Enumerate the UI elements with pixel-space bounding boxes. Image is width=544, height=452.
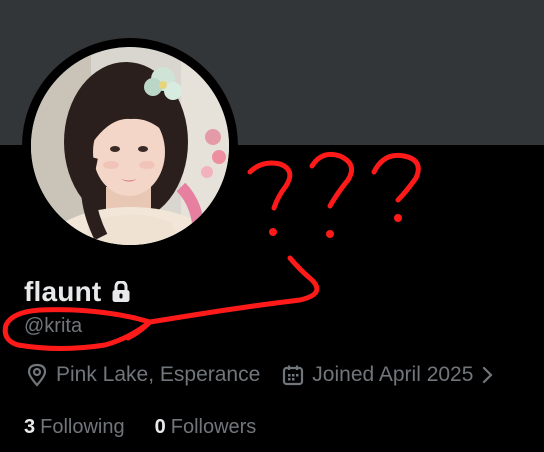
chevron-right-icon[interactable]	[481, 365, 493, 385]
display-name: flaunt	[24, 276, 102, 307]
following-label: Following	[40, 416, 125, 438]
joined-text: Joined April 2025	[312, 363, 474, 386]
location-item: Pink Lake, Esperance	[26, 363, 260, 387]
followers-link[interactable]: 0 Followers	[155, 416, 257, 439]
avatar[interactable]	[31, 47, 229, 245]
location-text: Pink Lake, Esperance	[56, 363, 261, 386]
joined-item: Joined April 2025	[282, 363, 493, 387]
following-count: 3	[24, 416, 36, 438]
following-link[interactable]: 3 Following	[24, 416, 125, 439]
profile-meta-row: Pink Lake, Esperance Joined April 2025	[26, 363, 493, 387]
avatar-photo	[31, 47, 229, 245]
location-pin-icon	[26, 363, 48, 387]
calendar-icon	[282, 364, 304, 386]
profile-handle: @krita	[24, 315, 83, 337]
lock-icon	[111, 281, 131, 303]
profile-name-row: flaunt	[24, 276, 131, 308]
followers-count: 0	[154, 416, 166, 438]
follow-stats: 3 Following 0 Followers	[24, 416, 256, 439]
followers-label: Followers	[170, 416, 257, 438]
